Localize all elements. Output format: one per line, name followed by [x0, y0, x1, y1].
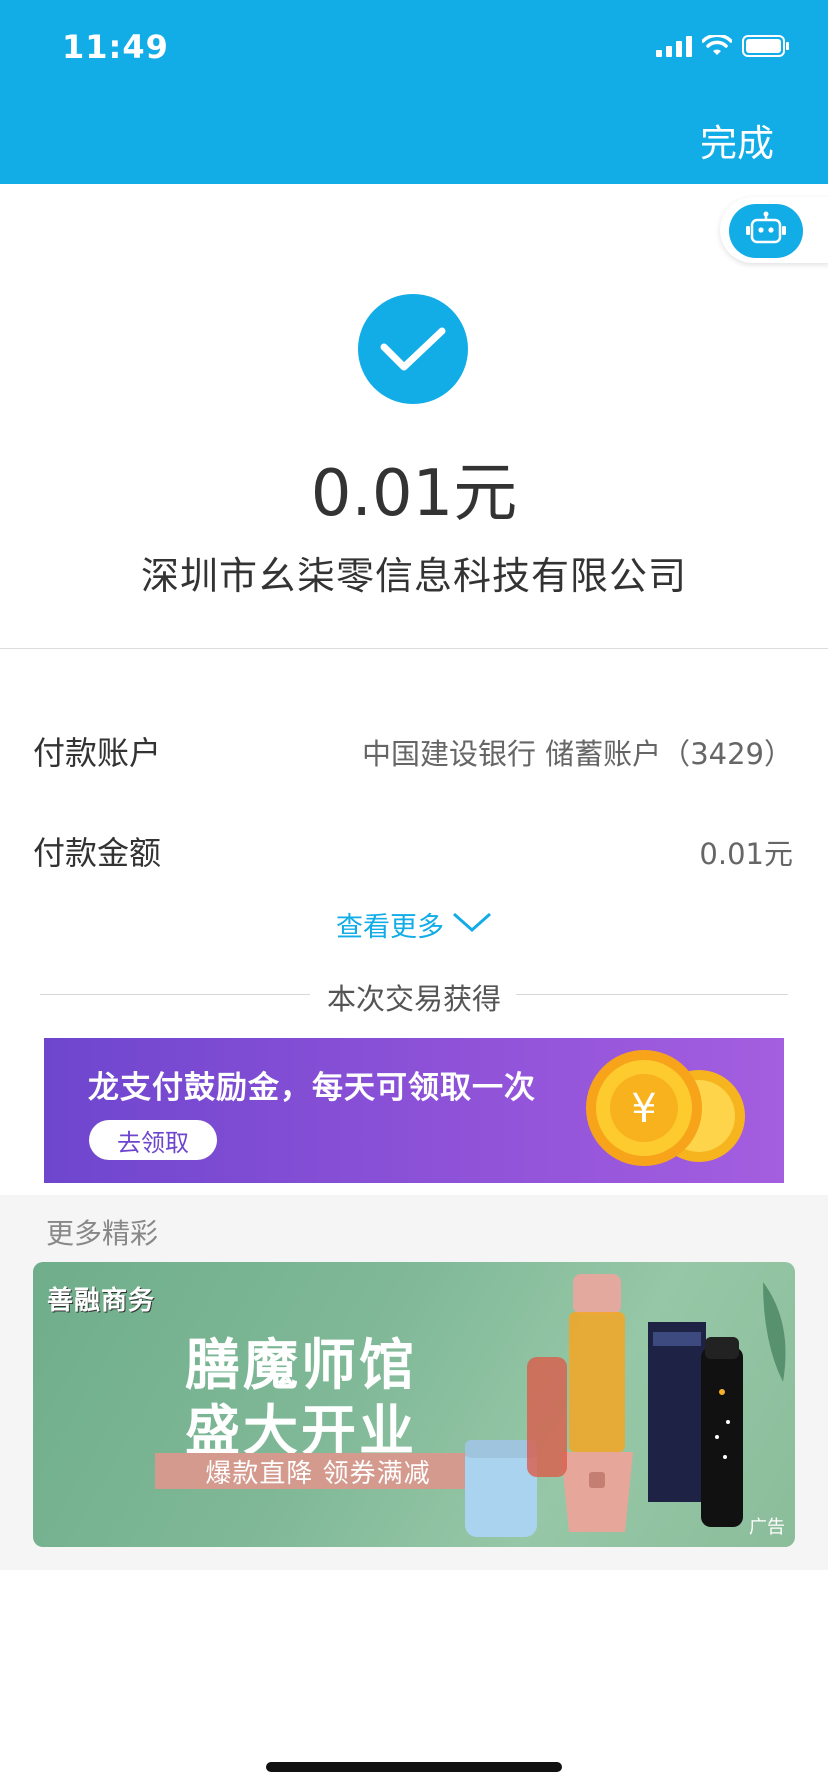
- view-more-link[interactable]: 查看更多: [0, 905, 828, 944]
- promo-text: 龙支付鼓励金，每天可领取一次: [88, 1070, 536, 1106]
- ad-banner[interactable]: 善融商务 膳魔师馆 盛大开业 爆款直降 领券满减 广告: [33, 1262, 795, 1547]
- battery-icon: [742, 34, 790, 62]
- wifi-icon: [701, 33, 733, 61]
- chevron-down-icon: [452, 909, 492, 940]
- yuan-symbol: ¥: [631, 1086, 656, 1132]
- payment-amount: 0.01元: [310, 457, 518, 531]
- robot-icon: [740, 211, 792, 251]
- view-more-label: 查看更多: [336, 912, 444, 943]
- ad-label: 广告: [749, 1517, 785, 1538]
- ad-brand: 善融商务: [47, 1286, 156, 1316]
- done-button[interactable]: 完成: [700, 113, 774, 167]
- earned-title: 本次交易获得: [326, 982, 501, 1016]
- signal-icon: [656, 35, 692, 61]
- payment-amount-label: 付款金额: [33, 834, 162, 872]
- assistant-button[interactable]: [729, 204, 803, 258]
- payment-account-label: 付款账户: [33, 734, 162, 772]
- products-image: [465, 1274, 786, 1537]
- more-section-title: 更多精彩: [46, 1217, 159, 1250]
- promo-banner[interactable]: 龙支付鼓励金，每天可领取一次 去领取 ¥: [44, 1038, 784, 1183]
- home-indicator: [266, 1762, 562, 1772]
- ad-tagline: 爆款直降 领券满减: [155, 1453, 481, 1489]
- coins-icon: ¥: [586, 1050, 745, 1166]
- payment-account-value: 中国建设银行 储蓄账户（3429）: [361, 737, 793, 771]
- status-icons: [656, 33, 790, 62]
- payment-amount-value: 0.01元: [699, 837, 793, 871]
- payee-name: 深圳市幺柒零信息科技有限公司: [140, 554, 687, 598]
- divider: [0, 648, 828, 649]
- claim-button[interactable]: 去领取: [89, 1120, 217, 1160]
- success-check-icon: [358, 294, 468, 404]
- status-time: 11:49: [62, 28, 169, 66]
